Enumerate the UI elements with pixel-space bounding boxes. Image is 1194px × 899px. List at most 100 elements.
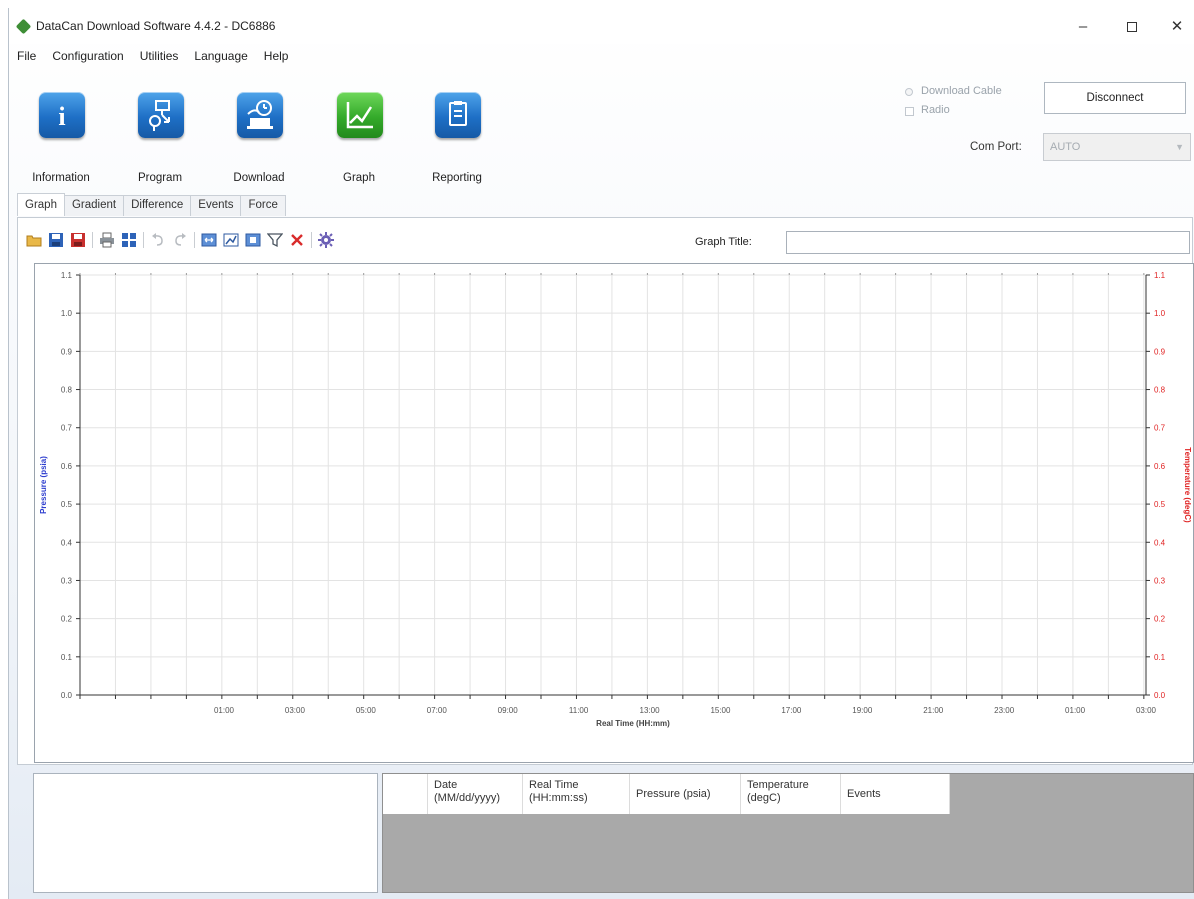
column-temperature[interactable]: Temperature (degC) (741, 774, 841, 814)
menu-bar: File Configuration Utilities Language He… (9, 45, 296, 69)
save-icon[interactable] (48, 232, 64, 248)
menu-language[interactable]: Language (186, 45, 255, 69)
column-date-line2: (MM/dd/yyyy) (434, 792, 500, 804)
y-right-tick-label: 1.0 (1154, 309, 1166, 318)
event-list-panel (33, 773, 378, 893)
pressure-temperature-chart: 0.0 0.0 0.1 0.1 0.2 0.2 0.3 0.3 0.4 0.4 0.5 0.5 0.6 0… (34, 263, 1194, 763)
y-right-tick-label: 0.7 (1154, 424, 1166, 433)
download-cable-label: Download Cable (921, 85, 1002, 97)
information-button[interactable]: i Information (15, 82, 107, 188)
y-left-tick-label: 0.0 (61, 691, 73, 700)
graph-icon (337, 92, 383, 138)
menu-utilities[interactable]: Utilities (132, 45, 187, 69)
column-real-time-line2: (HH:mm:ss) (529, 792, 588, 804)
x-tick-label: 17:00 (781, 706, 802, 715)
program-icon (138, 92, 184, 138)
x-axis-label: Real Time (HH:mm) (596, 719, 670, 728)
zoom-window-icon[interactable] (245, 232, 261, 248)
y-left-tick-label: 0.6 (61, 462, 73, 471)
com-port-label: Com Port: (970, 141, 1022, 153)
x-tick-label: 01:00 (1065, 706, 1086, 715)
print-icon[interactable] (99, 232, 115, 248)
disconnect-button[interactable]: Disconnect (1044, 82, 1186, 114)
download-icon (237, 92, 283, 138)
x-tick-label: 11:00 (569, 706, 589, 715)
y-right-tick-label: 0.3 (1154, 576, 1166, 585)
y-right-tick-label: 1.1 (1154, 271, 1166, 280)
maximize-icon (1127, 22, 1137, 33)
y-right-tick-label: 0.9 (1154, 347, 1166, 356)
download-label: Download (233, 172, 285, 184)
x-tick-label: 21:00 (923, 706, 944, 715)
title-bar: DataCan Download Software 4.4.2 - DC6886… (9, 8, 1194, 44)
x-tick-label: 09:00 (498, 706, 519, 715)
y-left-tick-label: 0.7 (61, 424, 73, 433)
column-date-line1: Date (434, 779, 458, 791)
toolbar-separator (311, 232, 312, 248)
delete-icon[interactable] (289, 232, 305, 248)
download-button[interactable]: Download (213, 82, 305, 188)
settings-gear-icon[interactable] (318, 232, 334, 248)
x-tick-label: 03:00 (1136, 706, 1157, 715)
y-left-tick-label: 0.9 (61, 347, 73, 356)
column-events[interactable]: Events (841, 774, 950, 814)
column-pressure[interactable]: Pressure (psia) (630, 774, 741, 814)
tab-bar: Graph Gradient Difference Events Force (17, 193, 286, 217)
menu-file[interactable]: File (9, 45, 44, 69)
x-tick-label: 07:00 (427, 706, 448, 715)
tab-graph[interactable]: Graph (17, 193, 65, 216)
x-tick-label: 13:00 (640, 706, 661, 715)
undo-icon[interactable] (150, 232, 166, 248)
x-tick-label: 03:00 (285, 706, 306, 715)
zoom-region-icon[interactable] (223, 232, 239, 248)
open-folder-icon[interactable] (26, 232, 42, 248)
com-port-value: AUTO (1050, 141, 1081, 153)
com-port-select[interactable]: AUTO ▼ (1043, 133, 1191, 161)
program-button[interactable]: Program (114, 82, 206, 188)
minimize-button[interactable]: – (1061, 14, 1105, 40)
column-real-time[interactable]: Real Time (HH:mm:ss) (523, 774, 630, 814)
y-right-axis-label: Temperature (degC) (1183, 447, 1192, 523)
y-left-tick-label: 0.2 (61, 615, 73, 624)
graph-button[interactable]: Graph (313, 82, 405, 188)
window-title: DataCan Download Software 4.4.2 - DC6886 (36, 19, 276, 33)
toolbar-separator (143, 232, 144, 248)
maximize-button[interactable] (1110, 14, 1154, 40)
toolbar-separator (194, 232, 195, 248)
column-temperature-line2: (degC) (747, 792, 781, 804)
y-left-tick-label: 0.4 (61, 538, 73, 547)
y-right-tick-label: 0.0 (1154, 691, 1166, 700)
menu-configuration[interactable]: Configuration (44, 45, 131, 69)
redo-icon[interactable] (172, 232, 188, 248)
radio-checkbox[interactable] (905, 107, 914, 116)
reporting-label: Reporting (432, 172, 482, 184)
program-label: Program (137, 172, 183, 184)
tab-events[interactable]: Events (190, 195, 242, 216)
tab-gradient[interactable]: Gradient (63, 195, 125, 216)
download-cable-radio[interactable] (905, 88, 913, 96)
tab-difference[interactable]: Difference (123, 195, 192, 216)
graph-title-label: Graph Title: (695, 236, 752, 248)
information-label: Information (32, 172, 90, 184)
filter-icon[interactable] (266, 232, 284, 248)
y-right-tick-label: 0.4 (1154, 538, 1166, 547)
y-right-tick-label: 0.1 (1154, 653, 1166, 662)
y-right-tick-label: 0.8 (1154, 386, 1166, 395)
reporting-button[interactable]: Reporting (411, 82, 503, 188)
zoom-extents-icon[interactable] (201, 232, 217, 248)
chart-frame (34, 263, 1194, 763)
menu-help[interactable]: Help (256, 45, 297, 69)
column-date[interactable]: Date (MM/dd/yyyy) (428, 774, 523, 814)
x-tick-label: 19:00 (852, 706, 873, 715)
save-as-icon[interactable] (70, 232, 86, 248)
row-header-cell (383, 774, 428, 814)
chevron-down-icon: ▼ (1175, 142, 1184, 152)
x-tick-label: 23:00 (994, 706, 1015, 715)
graph-title-input[interactable] (786, 231, 1190, 254)
column-real-time-line1: Real Time (529, 779, 579, 791)
tab-force[interactable]: Force (240, 195, 286, 216)
reporting-icon (435, 92, 481, 138)
column-temperature-line1: Temperature (747, 779, 809, 791)
fit-to-screen-icon[interactable] (121, 232, 137, 248)
close-button[interactable]: ✕ (1155, 14, 1194, 40)
